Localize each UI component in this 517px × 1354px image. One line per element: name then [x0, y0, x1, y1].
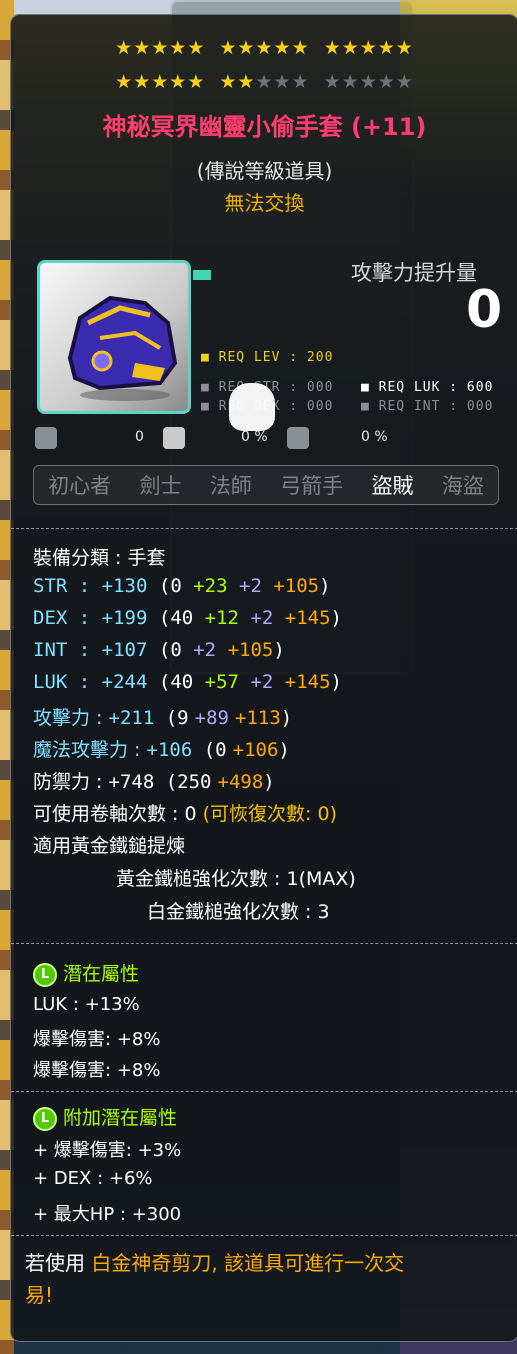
job-pirate: 海盜	[441, 474, 484, 498]
item-name: 神秘冥界幽靈小偷手套 (+11)	[102, 113, 427, 141]
small-stats-row: 0 0 % 0 %	[35, 427, 505, 451]
potential-line-3: 爆擊傷害: +8%	[33, 1060, 161, 1081]
star-empty-icon: ★	[341, 71, 360, 93]
star-filled-icon: ★	[115, 37, 134, 59]
star-empty-icon: ★	[323, 71, 342, 93]
bonus-potential-line-3: + 最大HP : +300	[33, 1204, 182, 1225]
job-beginner: 初心者	[48, 474, 112, 498]
star-filled-icon: ★	[291, 37, 310, 59]
item-tooltip: ★★★★★ ★★★★★ ★★★★★ ★★★★★ ★★★★★ ★★★★★ 神秘冥界幽靈小偷…	[10, 14, 517, 1342]
star-filled-icon: ★	[133, 37, 152, 59]
stat-int: INT : +107 (0 +2 +105)	[33, 639, 285, 661]
job-warrior: 劍士	[139, 474, 182, 498]
star-filled-icon: ★	[273, 37, 292, 59]
star-force-row-1: ★★★★★ ★★★★★ ★★★★★	[11, 37, 517, 59]
small-stat-3: 0 %	[361, 429, 388, 445]
divider	[11, 1235, 517, 1236]
star-filled-icon: ★	[169, 71, 188, 93]
star-filled-icon: ★	[115, 71, 134, 93]
divider	[11, 943, 517, 944]
golden-hammer-note: 適用黃金鐵鎚提煉	[33, 835, 186, 857]
star-filled-icon: ★	[219, 37, 238, 59]
divider	[11, 528, 517, 529]
stat-dex: DEX : +199 (40 +12 +2 +145)	[33, 607, 342, 629]
cursor-glove-icon	[229, 383, 275, 431]
cut-icon	[35, 427, 57, 449]
star-filled-icon: ★	[151, 37, 170, 59]
bonus-potential-line-1: + 爆擊傷害: +3%	[33, 1140, 182, 1161]
star-force-row-2: ★★★★★ ★★★★★ ★★★★★	[11, 71, 517, 93]
footer-note: 若使用 白金神奇剪刀, 該道具可進行一次交	[25, 1251, 405, 1275]
job-class-bar: 初心者 劍士 法師 弓箭手 盜賊 海盜	[33, 465, 499, 505]
star-filled-icon: ★	[377, 37, 396, 59]
star-empty-icon: ★	[291, 71, 310, 93]
bonus-potential-header: L 附加潛在屬性	[33, 1103, 177, 1131]
star-filled-icon: ★	[255, 37, 274, 59]
scroll-slots: 可使用卷軸次數 : 0 (可恢復次數: 0)	[33, 803, 337, 825]
star-filled-icon: ★	[169, 37, 188, 59]
stat-defense: 防禦力 : +748 (250 +498)	[33, 771, 275, 793]
star-filled-icon: ★	[341, 37, 360, 59]
platinum-hammer-count: 白金鐵槌強化次數 : 3	[147, 901, 330, 923]
star-filled-icon: ★	[219, 71, 238, 93]
item-grade: (傳說等級道具)	[196, 159, 333, 183]
star-filled-icon: ★	[237, 37, 256, 59]
star-empty-icon: ★	[359, 71, 378, 93]
star-filled-icon: ★	[237, 71, 256, 93]
flag-marker	[193, 270, 211, 280]
star-filled-icon: ★	[395, 37, 414, 59]
golden-hammer-count: 黃金鐵槌強化次數 : 1(MAX)	[116, 868, 356, 890]
star-filled-icon: ★	[359, 37, 378, 59]
star-empty-icon: ★	[395, 71, 414, 93]
star-empty-icon: ★	[377, 71, 396, 93]
stat-luk: LUK : +244 (40 +57 +2 +145)	[33, 671, 342, 693]
equip-category: 裝備分類 : 手套	[33, 547, 166, 569]
stat-str: STR : +130 (0 +23 +2 +105)	[33, 575, 331, 597]
legendary-badge-icon: L	[33, 1106, 57, 1131]
footer-note-cont: 易!	[25, 1283, 54, 1307]
job-thief: 盜賊	[371, 474, 414, 498]
gloves-icon	[67, 295, 178, 401]
potential-header: L 潛在屬性	[33, 959, 139, 987]
divider	[11, 1091, 517, 1092]
potential-line-2: 爆擊傷害: +8%	[33, 1029, 161, 1050]
star-empty-icon: ★	[273, 71, 292, 93]
star-filled-icon: ★	[187, 71, 206, 93]
shield-icon	[287, 427, 309, 449]
small-stat-1: 0	[135, 429, 144, 445]
star-filled-icon: ★	[323, 37, 342, 59]
stat-magic-attack: 魔法攻擊力 : +106 (0 +106)	[33, 739, 290, 761]
trade-status: 無法交換	[224, 191, 305, 215]
attack-increase-value: 0	[466, 280, 503, 340]
req-luk: ■ REQ LUK : 600	[361, 380, 494, 395]
req-int: ■ REQ INT : 000	[361, 399, 494, 414]
star-empty-icon: ★	[255, 71, 274, 93]
potential-line-1: LUK : +13%	[33, 994, 140, 1015]
star-filled-icon: ★	[133, 71, 152, 93]
item-icon-frame	[37, 260, 191, 414]
req-level: ■ REQ LEV : 200	[201, 350, 334, 365]
small-stat-2: 0 %	[241, 429, 268, 445]
job-archer: 弓箭手	[280, 474, 344, 498]
bonus-potential-line-2: + DEX : +6%	[33, 1168, 153, 1189]
star-filled-icon: ★	[187, 37, 206, 59]
legendary-badge-icon: L	[33, 962, 57, 987]
stat-attack: 攻擊力 : +211 (9 +89 +113)	[33, 707, 293, 729]
star-filled-icon: ★	[151, 71, 170, 93]
job-magician: 法師	[209, 474, 252, 498]
attack-increase-label: 攻擊力提升量	[351, 261, 477, 285]
upgrade-icon	[163, 427, 185, 449]
